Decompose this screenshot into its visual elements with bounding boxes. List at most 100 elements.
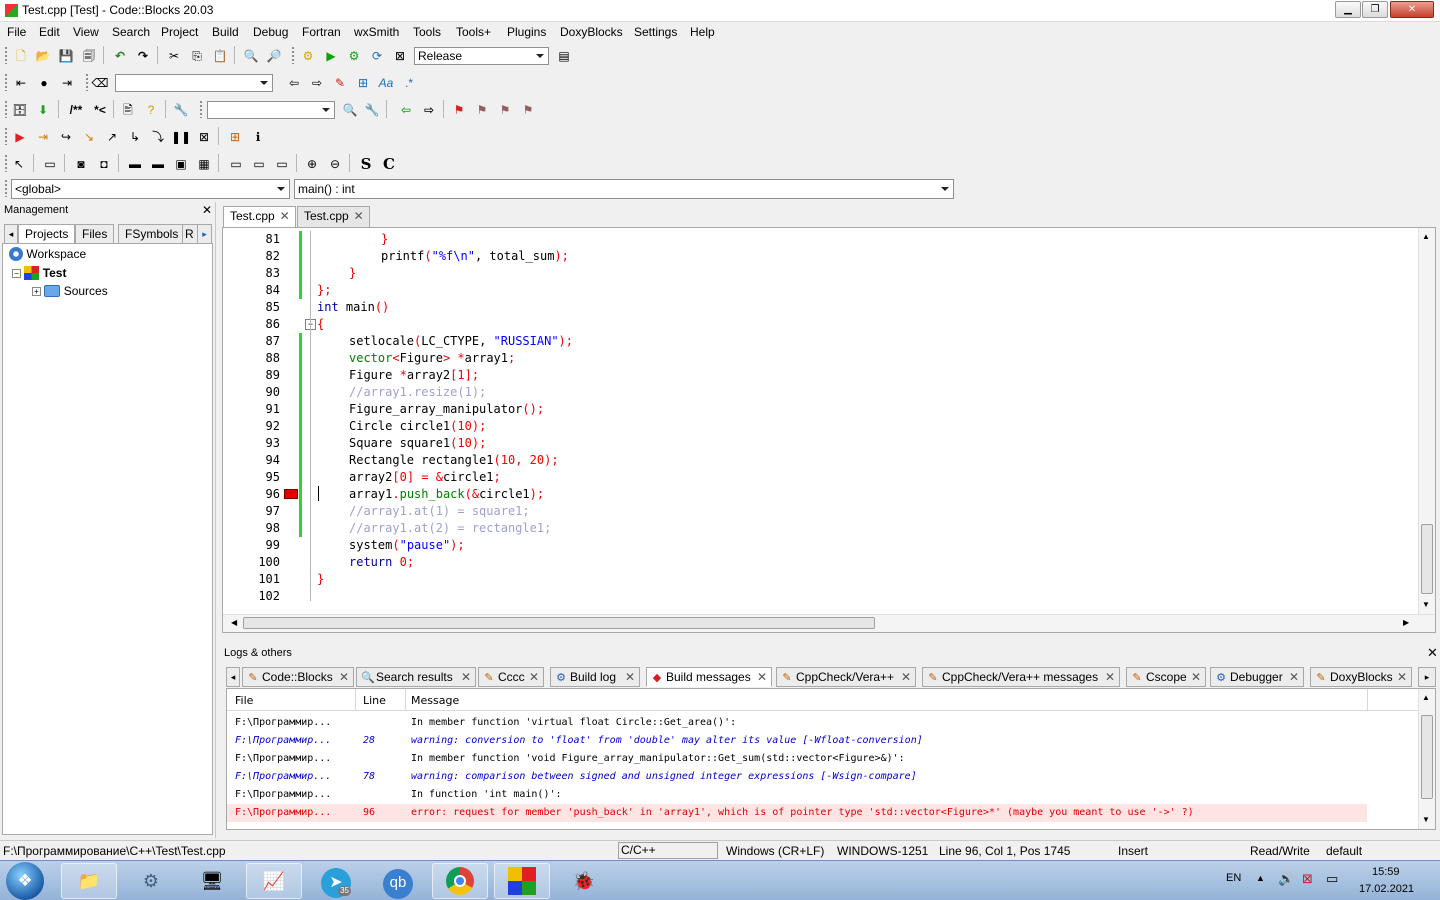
rebuild-icon[interactable]: ⟳ (367, 46, 387, 66)
scroll-down-icon[interactable]: ▼ (1422, 600, 1430, 609)
close-tab-icon[interactable]: ✕ (901, 668, 911, 686)
codeblocks-taskbar-icon[interactable] (494, 863, 550, 899)
insert-after-icon[interactable]: ◘ (94, 154, 114, 174)
run-html-icon[interactable]: 🖹 (118, 100, 138, 120)
scroll-up-icon[interactable]: ▲ (1422, 693, 1430, 702)
replace-icon[interactable]: 🔎 (264, 46, 284, 66)
menu-fortran[interactable]: Fortran (302, 25, 341, 39)
menu-settings[interactable]: Settings (634, 25, 677, 39)
nav-forward-icon[interactable]: ⇨ (419, 100, 439, 120)
tab-codeblocks-log[interactable]: ✎ Code::Blocks ✕ (242, 667, 354, 687)
editor-tab[interactable]: Test.cpp ✕ (297, 206, 370, 227)
regex-icon[interactable]: .* (399, 73, 419, 93)
system-monitor-icon[interactable]: 🖥 (184, 863, 240, 899)
scroll-right-icon[interactable]: ▶ (1403, 618, 1409, 627)
tree-item-project-test[interactable]: − Test (12, 266, 66, 280)
tab-projects[interactable]: Projects (18, 224, 76, 244)
chrome-icon[interactable] (432, 863, 488, 899)
error-marker-icon[interactable] (284, 489, 298, 499)
minimize-button[interactable]: ▁ (1335, 1, 1361, 18)
message-row-error[interactable]: F:\Программир... 96 error: request for mem… (227, 804, 1367, 822)
match-case-icon[interactable]: Aa (376, 73, 396, 93)
sizer-s-icon[interactable]: S (356, 154, 376, 174)
menu-build[interactable]: Build (212, 25, 239, 39)
nav-back-icon[interactable]: ⇦ (396, 100, 416, 120)
insert-into-icon[interactable]: ▭ (40, 154, 60, 174)
find-next-icon[interactable]: ⇨ (307, 73, 327, 93)
debugger-bug-icon[interactable]: 🐞 (556, 863, 612, 899)
pointer-icon[interactable]: ↖ (9, 154, 29, 174)
expand-icon[interactable]: + (32, 287, 41, 296)
code-editor[interactable]: 81 82 83 84 85 86 87 88 89 90 91 92 93 9… (222, 227, 1436, 633)
editor-tab-active[interactable]: Test.cpp ✕ (223, 206, 296, 228)
code-completion-search-input[interactable] (207, 101, 335, 119)
toggle-bookmark-icon[interactable]: ⚑ (449, 100, 469, 120)
debug-info-icon[interactable]: ℹ (248, 127, 268, 147)
scroll-left-icon[interactable]: ◀ (231, 618, 237, 627)
close-tab-icon[interactable]: ✕ (1105, 668, 1115, 686)
language-indicator[interactable]: EN (1226, 872, 1241, 884)
explorer-icon[interactable]: 📁 (61, 863, 117, 899)
next-bookmark-icon[interactable]: ⚑ (495, 100, 515, 120)
tab-cscope[interactable]: ✎ Cscope ✕ (1126, 667, 1206, 687)
debug-start-icon[interactable]: ▶ (10, 127, 30, 147)
tab-resources[interactable]: R (182, 224, 198, 244)
doxywizard-icon[interactable]: 🗄 (10, 100, 30, 120)
action-center-icon[interactable]: ▭ (1326, 871, 1338, 887)
start-button[interactable]: ❖ (6, 862, 44, 900)
menu-view[interactable]: View (73, 25, 99, 39)
tab-scroll-left-icon[interactable]: ◂ (226, 667, 240, 687)
clear-search-icon[interactable]: ⌫ (90, 73, 110, 93)
tab-build-log[interactable]: ⚙ Build log ✕ (550, 667, 640, 687)
tray-expand-icon[interactable]: ▲ (1256, 873, 1265, 883)
clock-date[interactable]: 17.02.2021 (1359, 883, 1414, 895)
code-tools-icon[interactable]: 🔧 (362, 100, 382, 120)
scroll-up-icon[interactable]: ▲ (1422, 232, 1430, 241)
menu-edit[interactable]: Edit (39, 25, 60, 39)
selected-text-only-icon[interactable]: ⊞ (353, 73, 373, 93)
prev-bookmark-icon[interactable]: ⚑ (472, 100, 492, 120)
message-row[interactable]: F:\Программир... In function 'int main()'… (227, 786, 1367, 804)
insert-before-icon[interactable]: ◙ (71, 154, 91, 174)
menu-help[interactable]: Help (690, 25, 715, 39)
close-tab-icon[interactable]: ✕ (757, 668, 767, 686)
border-both-icon[interactable]: ▭ (272, 154, 292, 174)
zoom-out-icon[interactable]: ⊖ (325, 154, 345, 174)
build-and-run-icon[interactable]: ⚙ (344, 46, 364, 66)
menu-tools-plus[interactable]: Tools+ (456, 25, 491, 39)
menu-search[interactable]: Search (112, 25, 150, 39)
jump-forward-icon[interactable]: ⇥ (57, 73, 77, 93)
close-tab-icon[interactable]: ✕ (354, 207, 364, 226)
paste-icon[interactable]: 📋 (210, 46, 230, 66)
build-messages-list[interactable]: File Line Message F:\Программир... In mem… (226, 688, 1436, 830)
clock-time[interactable]: 15:59 (1372, 866, 1400, 878)
column-file[interactable]: File (235, 694, 253, 707)
quick-props-icon[interactable]: ▣ (171, 154, 191, 174)
run-chm-icon[interactable]: ? (141, 100, 161, 120)
function-select[interactable]: main() : int (294, 179, 954, 199)
extract-docs-icon[interactable]: ⬇ (33, 100, 53, 120)
new-file-icon[interactable]: 🗋 (11, 46, 31, 66)
build-gear-icon[interactable]: ⚙ (298, 46, 318, 66)
next-instruction-icon[interactable]: ↳ (125, 127, 145, 147)
menu-project[interactable]: Project (161, 25, 198, 39)
close-tab-icon[interactable]: ✕ (280, 207, 290, 226)
close-tab-icon[interactable]: ✕ (529, 668, 539, 686)
redo-icon[interactable]: ↷ (133, 46, 153, 66)
tab-files[interactable]: Files (75, 224, 115, 244)
menu-file[interactable]: File (7, 25, 26, 39)
column-line[interactable]: Line (363, 694, 386, 707)
notepad-icon[interactable]: 📈 (246, 863, 302, 899)
open-folder-icon[interactable]: 📂 (33, 46, 53, 66)
tab-cppcheck[interactable]: ✎ CppCheck/Vera++ ✕ (776, 667, 916, 687)
menu-plugins[interactable]: Plugins (507, 25, 546, 39)
line-comment-icon[interactable]: *< (89, 100, 111, 120)
telegram-icon[interactable]: ➤ 35 (308, 863, 364, 899)
incremental-search-input[interactable] (115, 74, 273, 92)
copy-icon[interactable]: ⎘ (187, 46, 207, 66)
border-left-icon[interactable]: ▭ (226, 154, 246, 174)
network-icon[interactable]: ⊠ (1302, 871, 1313, 887)
close-tab-icon[interactable]: ✕ (339, 668, 349, 686)
qbittorrent-icon[interactable]: qb (370, 863, 426, 899)
scroll-thumb[interactable] (243, 617, 875, 629)
